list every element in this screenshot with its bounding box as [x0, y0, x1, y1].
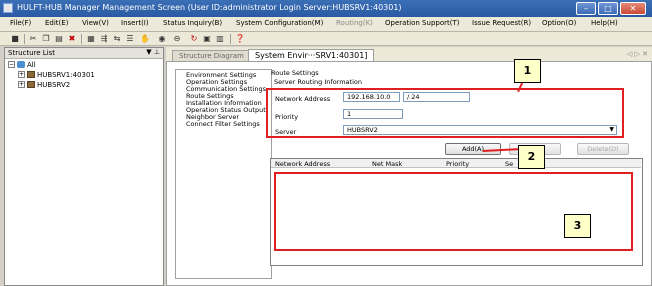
menu-insert[interactable]: Insert(I): [121, 19, 149, 27]
tree-node-label: HUBSRV2: [37, 81, 71, 89]
menu-routing[interactable]: Routing(K): [336, 19, 373, 27]
menu-bar: File(F) Edit(E) View(V) Insert(I) Status…: [0, 17, 652, 32]
window-title: HULFT-HUB Manager Management Screen (Use…: [17, 3, 402, 12]
expand-icon[interactable]: +: [18, 71, 25, 78]
toolbar: ■ ✂ ❐ ▤ ✖ ▦ ⇶ ⇆ ☰ ✋ ◉ ⊖ ↻ ▣ ▥ ❓: [0, 32, 652, 46]
route-settings-heading: Route Settings: [271, 69, 319, 77]
network-icon: [17, 61, 25, 68]
column-server[interactable]: Se: [505, 160, 513, 168]
settings-list: Environment Settings Operation Settings …: [175, 69, 272, 279]
server-icon: [27, 71, 35, 78]
callout-1: 1: [514, 59, 541, 83]
paste-icon[interactable]: ▤: [54, 34, 64, 44]
stop-icon[interactable]: ⊖: [172, 34, 182, 44]
server-routing-subheading: Server Routing Information: [274, 78, 362, 86]
tab-strip: Structure Diagram System Envir···SRV1:40…: [166, 47, 652, 61]
hand-icon[interactable]: ✋: [140, 34, 150, 44]
column-net-mask[interactable]: Net Mask: [372, 160, 402, 168]
tree-node-label: All: [27, 61, 36, 69]
callout-3: 3: [564, 214, 591, 238]
minimize-button[interactable]: –: [576, 2, 596, 15]
expand-icon[interactable]: +: [18, 81, 25, 88]
tree-node-label: HUBSRV1:40301: [37, 71, 95, 79]
menu-status-inquiry[interactable]: Status Inquiry(B): [163, 19, 222, 27]
maximize-button[interactable]: □: [598, 2, 618, 15]
toolbar-separator: [230, 34, 231, 44]
help-icon[interactable]: ❓: [235, 34, 245, 44]
tab-scroll-icon[interactable]: ◁ ▷ ✕: [627, 50, 648, 58]
menu-issue-request[interactable]: Issue Request(R): [472, 19, 531, 27]
delete-icon[interactable]: ✖: [67, 34, 77, 44]
properties-icon[interactable]: ▦: [86, 34, 96, 44]
tree-node-all[interactable]: − All: [8, 61, 36, 70]
callout-2: 2: [518, 145, 545, 169]
menu-help[interactable]: Help(H): [591, 19, 618, 27]
report-icon[interactable]: ▥: [215, 34, 225, 44]
route-icon[interactable]: ⇶: [99, 34, 109, 44]
copy-icon[interactable]: ❐: [41, 34, 51, 44]
toolbar-separator: [24, 34, 25, 44]
record-icon[interactable]: ◉: [157, 34, 167, 44]
table-icon[interactable]: ▣: [202, 34, 212, 44]
settings-item-connect-filter[interactable]: Connect Filter Settings: [186, 121, 260, 128]
highlight-box-1: [266, 88, 624, 138]
list-icon[interactable]: ☰: [125, 34, 135, 44]
column-network-address[interactable]: Network Address: [275, 160, 330, 168]
menu-option[interactable]: Option(O): [542, 19, 576, 27]
structure-list-header: Structure List ▼ ⊥: [5, 48, 163, 59]
collapse-icon[interactable]: −: [8, 61, 15, 68]
tree-node-hubsrv2[interactable]: + HUBSRV2: [18, 81, 70, 90]
highlight-box-3: [274, 172, 633, 251]
title-bar: HULFT-HUB Manager Management Screen (Use…: [0, 0, 652, 17]
transfer-icon[interactable]: ⇆: [112, 34, 122, 44]
menu-operation-support[interactable]: Operation Support(T): [385, 19, 459, 27]
toolbar-separator: [81, 34, 82, 44]
structure-list-title: Structure List: [8, 49, 56, 57]
column-priority[interactable]: Priority: [446, 160, 469, 168]
menu-system-configuration[interactable]: System Configuration(M): [236, 19, 323, 27]
menu-view[interactable]: View(V): [82, 19, 109, 27]
refresh-icon[interactable]: ↻: [189, 34, 199, 44]
tree-node-hubsrv1[interactable]: + HUBSRV1:40301: [18, 71, 95, 80]
app-icon: [3, 3, 13, 13]
cut-icon[interactable]: ✂: [28, 34, 38, 44]
tab-system-environment[interactable]: System Envir···SRV1:40301]: [248, 49, 375, 61]
close-button[interactable]: ✕: [620, 2, 646, 15]
delete-button[interactable]: Delete(D): [577, 143, 629, 155]
menu-file[interactable]: File(F): [10, 19, 31, 27]
menu-edit[interactable]: Edit(E): [45, 19, 68, 27]
save-icon[interactable]: ■: [10, 34, 20, 44]
structure-list-panel: Structure List ▼ ⊥ − All + HUBSRV1:40301 +…: [4, 47, 164, 286]
routing-table-header: Network Address Net Mask Priority Se: [271, 159, 641, 168]
pin-icon[interactable]: ▼ ⊥: [146, 48, 160, 56]
tab-structure-diagram[interactable]: Structure Diagram: [172, 50, 251, 61]
server-icon: [27, 81, 35, 88]
